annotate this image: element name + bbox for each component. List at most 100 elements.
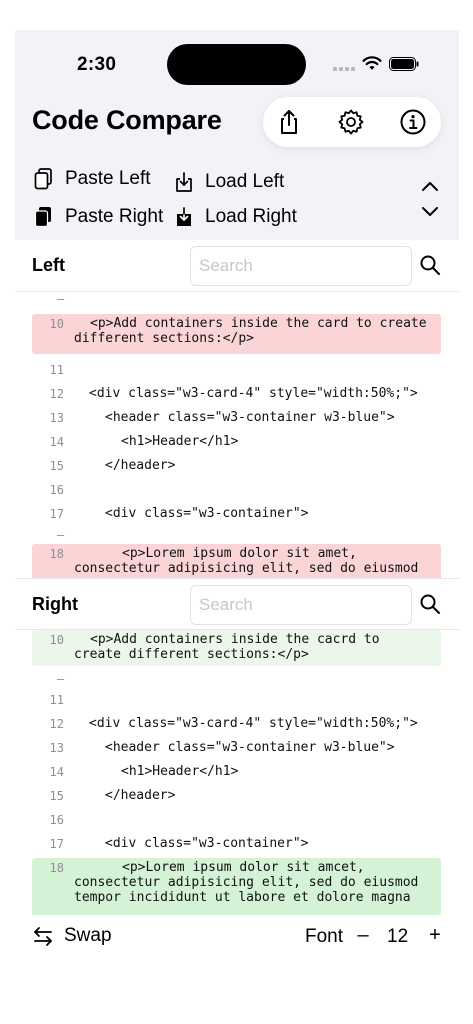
swap-label: Swap: [64, 925, 112, 946]
line-number: 18: [49, 547, 64, 561]
swap-button[interactable]: Swap: [32, 925, 112, 947]
line-text: <header class="w3-container w3-blue">: [105, 740, 395, 755]
line-text: <h1>Header</h1>: [121, 764, 239, 779]
right-search-box: [190, 585, 412, 625]
line-number: 10: [49, 317, 64, 331]
line-number: 18: [49, 861, 64, 875]
left-search-input[interactable]: [191, 247, 411, 285]
paste-right-label: Paste Right: [65, 206, 164, 227]
paste-left-label: Paste Left: [65, 168, 151, 189]
chevron-up-icon[interactable]: [420, 180, 440, 194]
line-number: 15: [49, 789, 64, 803]
code-line: 16: [15, 810, 459, 834]
code-line: 11: [15, 690, 459, 714]
share-button[interactable]: [275, 108, 303, 136]
wifi-icon: [362, 56, 382, 70]
line-text: <div class="w3-container">: [105, 506, 309, 521]
line-text: <h1>Header</h1>: [121, 434, 239, 449]
right-pane-title: Right: [32, 594, 78, 614]
line-number: 10: [49, 633, 64, 647]
font-increase-button[interactable]: +: [427, 924, 443, 947]
info-icon: [400, 109, 426, 135]
line-number: 16: [49, 483, 64, 497]
line-gap-marker: –: [57, 528, 65, 542]
status-time: 2:30: [77, 54, 117, 75]
info-button[interactable]: [399, 108, 427, 136]
left-search-box: [190, 246, 412, 286]
line-number: 11: [49, 693, 64, 707]
app-screen: 2:30 Code Compare Paste Left Load Left P…: [15, 30, 459, 965]
left-code-pane[interactable]: – 10 <p>Add containers inside the card t…: [15, 292, 459, 578]
line-number: 12: [49, 717, 64, 731]
battery-icon: [389, 57, 419, 71]
left-pane-title: Left: [32, 255, 65, 275]
code-line: 14 <h1>Header</h1>: [15, 432, 459, 456]
line-text: <header class="w3-container w3-blue">: [105, 410, 395, 425]
share-icon: [281, 110, 297, 134]
paste-icon: [33, 167, 55, 191]
code-line: 17 <div class="w3-container">: [15, 504, 459, 528]
load-right-label: Load Right: [205, 206, 297, 227]
code-line: 12 <div class="w3-card-4" style="width:5…: [15, 714, 459, 738]
font-label: Font: [305, 926, 344, 947]
right-code-pane[interactable]: 10 <p>Add containers inside the cacrd to…: [15, 630, 459, 915]
paste-left-button[interactable]: Paste Left: [33, 167, 151, 191]
code-line: 15 </header>: [15, 456, 459, 480]
line-text: <p>Add containers inside the card to cre…: [74, 316, 427, 346]
code-line: 11: [15, 360, 459, 384]
line-number: 11: [49, 363, 64, 377]
code-line: 17 <div class="w3-container">: [15, 834, 459, 858]
dynamic-island: [167, 44, 306, 85]
line-text: <div class="w3-card-4" style="width:50%;…: [89, 386, 418, 401]
load-left-label: Load Left: [205, 171, 285, 192]
swap-icon: [34, 927, 52, 946]
app-title: Code Compare: [32, 105, 222, 135]
gear-icon: [338, 109, 364, 135]
font-decrease-button[interactable]: –: [355, 924, 371, 947]
code-line: 12 <div class="w3-card-4" style="width:5…: [15, 384, 459, 408]
paste-filled-icon: [33, 205, 55, 229]
line-number: 14: [49, 435, 64, 449]
line-text: <p>Lorem ipsum dolor sit amet, consectet…: [74, 546, 419, 576]
right-search-input[interactable]: [191, 586, 411, 624]
code-line: 16: [15, 480, 459, 504]
line-text: </header>: [105, 458, 176, 473]
load-filled-icon: [173, 205, 195, 229]
line-text: <div class="w3-card-4" style="width:50%;…: [89, 716, 418, 731]
line-number: 12: [49, 387, 64, 401]
load-right-button[interactable]: Load Right: [173, 205, 297, 229]
line-text: </header>: [105, 788, 176, 803]
line-number: 15: [49, 459, 64, 473]
line-text: <p>Add containers inside the cacrd to cr…: [74, 632, 380, 662]
settings-button[interactable]: [337, 108, 365, 136]
line-number: 17: [49, 837, 64, 851]
line-number: 14: [49, 765, 64, 779]
code-line: 14 <h1>Header</h1>: [15, 762, 459, 786]
code-line-removed: 10 <p>Add containers inside the card to …: [32, 314, 441, 354]
line-number: 16: [49, 813, 64, 827]
search-icon[interactable]: [419, 254, 441, 276]
line-gap-marker: –: [57, 672, 65, 686]
line-number: 13: [49, 741, 64, 755]
code-line: 13 <header class="w3-container w3-blue">: [15, 738, 459, 762]
action-pill: [263, 97, 441, 147]
line-number: 17: [49, 507, 64, 521]
code-line-added: 18 <p>Lorem ipsum dolor sit amcet, conse…: [32, 858, 441, 915]
bottom-bar: Swap Font – 12 +: [15, 915, 459, 959]
load-left-button[interactable]: Load Left: [173, 170, 284, 194]
code-line-changed: 10 <p>Add containers inside the cacrd to…: [32, 630, 441, 666]
search-icon[interactable]: [419, 593, 441, 615]
right-pane-header: Right: [15, 578, 459, 630]
line-gap-marker: –: [57, 292, 65, 306]
code-line: 13 <header class="w3-container w3-blue">: [15, 408, 459, 432]
code-line-removed: 18 <p>Lorem ipsum dolor sit amet, consec…: [32, 544, 441, 578]
font-size-value: 12: [387, 926, 409, 947]
line-text: <p>Lorem ipsum dolor sit amcet, consecte…: [74, 860, 419, 905]
line-text: <div class="w3-container">: [105, 836, 309, 851]
signal-icon: [333, 65, 355, 71]
chevron-down-icon[interactable]: [420, 204, 440, 218]
paste-right-button[interactable]: Paste Right: [33, 205, 163, 229]
left-pane-header: Left: [15, 240, 459, 292]
top-bar: 2:30 Code Compare Paste Left Load Left P…: [15, 30, 459, 240]
line-number: 13: [49, 411, 64, 425]
